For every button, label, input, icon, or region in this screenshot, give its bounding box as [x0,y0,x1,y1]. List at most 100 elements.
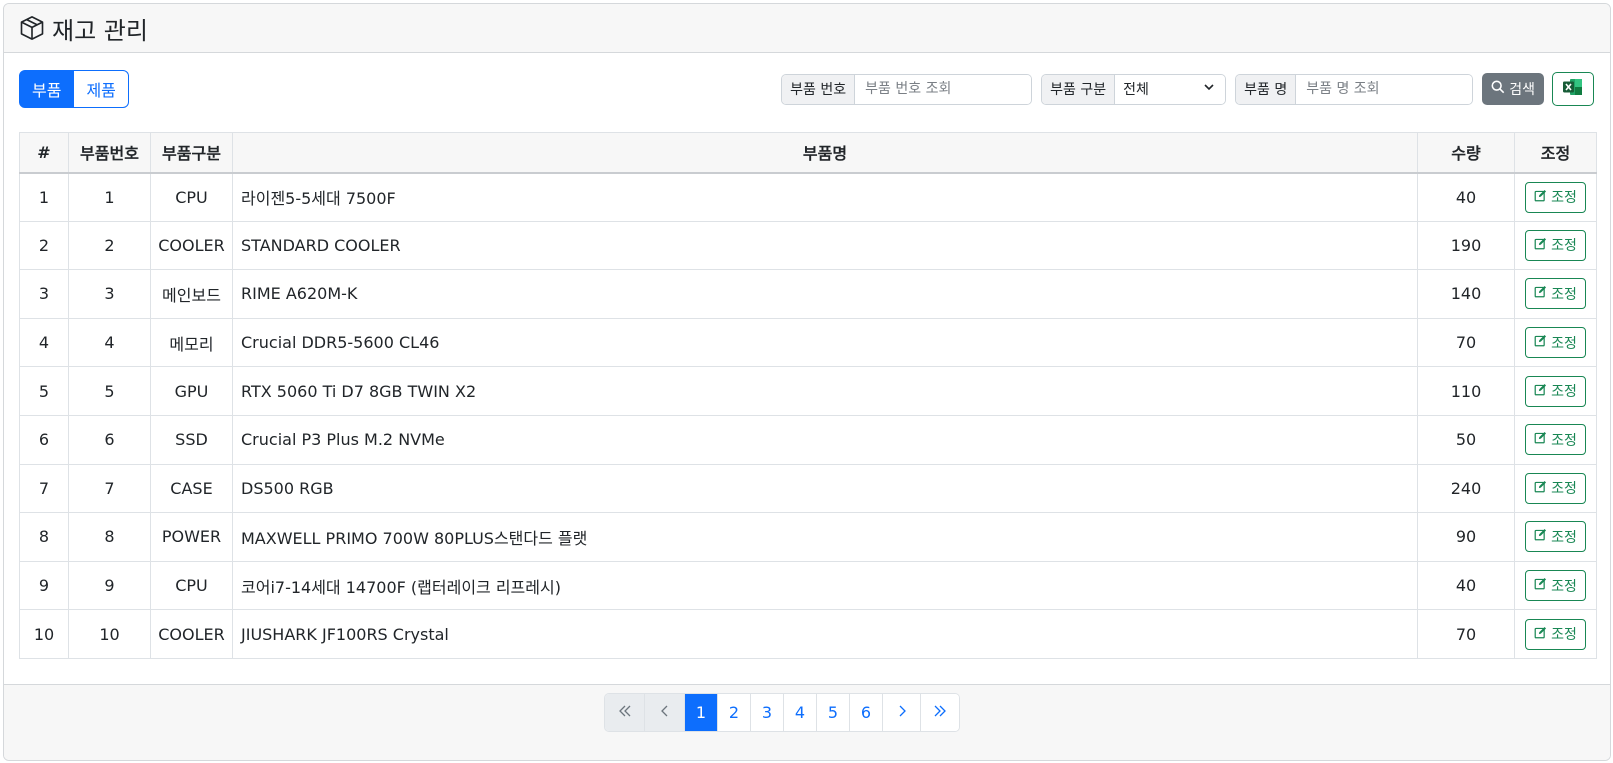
double-chevron-left-icon [618,703,632,722]
search-button-label: 검색 [1509,82,1535,98]
category-label: 부품 구분 [1042,74,1116,104]
table-body: 1 1 CPU 라이젠5-5세대 7500F 40 조정 2 2 COOLER STANDARD … [19,172,1597,659]
cell-adjust: 조정 [1514,609,1597,659]
edit-icon [1534,626,1547,643]
adjust-button[interactable]: 조정 [1525,472,1586,504]
cell-part-number: 9 [68,560,151,611]
card-header: 재고 관리 [4,4,1610,53]
table-row: 4 4 메모리 Crucial DDR5-5600 CL46 70 조정 [19,317,1597,368]
adjust-button[interactable]: 조정 [1525,618,1586,650]
cell-part-number: 8 [68,512,151,562]
adjust-button-label: 조정 [1551,190,1577,207]
adjust-button[interactable]: 조정 [1525,278,1586,310]
adjust-button-label: 조정 [1551,627,1577,644]
cell-quantity: 50 [1417,414,1515,465]
tab-products[interactable]: 제품 [74,70,129,108]
edit-icon [1534,431,1547,448]
adjust-button-label: 조정 [1551,238,1577,255]
edit-icon [1534,577,1547,594]
adjust-button-label: 조정 [1551,481,1577,498]
prev-page-button[interactable] [645,694,685,731]
adjust-button-label: 조정 [1551,335,1577,352]
inventory-card: 재고 관리 부품 제품 부품 번호 부품 구분 전체 부품 명 [3,3,1611,761]
last-page-button[interactable] [921,694,959,731]
adjust-button[interactable]: 조정 [1525,521,1586,553]
cell-category: COOLER [150,220,233,271]
search-button[interactable]: 검색 [1482,73,1544,105]
part-name-group: 부품 명 [1235,73,1474,105]
cell-adjust: 조정 [1514,366,1597,416]
col-header-part-number[interactable]: 부품번호 [68,132,151,174]
cell-quantity: 70 [1417,317,1515,368]
cell-category: POWER [150,512,233,562]
search-area: 부품 번호 부품 구분 전체 부품 명 검색 [781,72,1594,106]
category-group: 부품 구분 전체 [1041,73,1227,105]
cell-quantity: 40 [1417,172,1515,222]
cell-category: CPU [150,172,233,222]
cell-adjust: 조정 [1514,317,1597,368]
page-1[interactable]: 1 [685,694,718,731]
chevron-left-icon [659,703,671,722]
adjust-button[interactable]: 조정 [1525,327,1586,359]
cell-adjust: 조정 [1514,220,1597,271]
adjust-button[interactable]: 조정 [1525,375,1586,407]
edit-icon [1534,189,1547,206]
page-5[interactable]: 5 [817,694,850,731]
table-header-row: # 부품번호 부품구분 부품명 수량 조정 [19,132,1597,174]
page-3[interactable]: 3 [751,694,784,731]
cell-part-name: RIME A620M-K [232,269,1418,319]
adjust-button[interactable]: 조정 [1525,570,1586,602]
cell-part-name: Crucial P3 Plus M.2 NVMe [232,414,1418,465]
page-6[interactable]: 6 [850,694,883,731]
cell-index: 9 [19,560,69,611]
first-page-button[interactable] [605,694,645,731]
cell-category: 메모리 [150,317,233,368]
col-header-part-name[interactable]: 부품명 [232,132,1418,174]
cell-part-name: 라이젠5-5세대 7500F [232,172,1418,222]
cell-part-number: 2 [68,220,151,271]
adjust-button-label: 조정 [1551,384,1577,401]
adjust-button-label: 조정 [1551,286,1577,303]
cell-category: GPU [150,366,233,416]
adjust-button-label: 조정 [1551,578,1577,595]
col-header-quantity[interactable]: 수량 [1417,132,1515,174]
cell-part-number: 6 [68,414,151,465]
cell-index: 3 [19,269,69,319]
col-header-index[interactable]: # [19,132,69,174]
adjust-button[interactable]: 조정 [1525,181,1586,213]
edit-icon [1534,237,1547,254]
cell-index: 1 [19,172,69,222]
cell-category: CPU [150,560,233,611]
cell-quantity: 90 [1417,512,1515,562]
cell-adjust: 조정 [1514,414,1597,465]
search-icon [1491,80,1505,98]
part-name-input[interactable] [1296,74,1473,104]
excel-export-button[interactable] [1552,72,1594,106]
cell-part-name: RTX 5060 Ti D7 8GB TWIN X2 [232,366,1418,416]
edit-icon [1534,480,1547,497]
cell-index: 5 [19,366,69,416]
cell-part-name: 코어i7-14세대 14700F (랩터레이크 리프레시) [232,560,1418,611]
cell-part-number: 4 [68,317,151,368]
cell-part-number: 10 [68,609,151,659]
part-number-input[interactable] [855,74,1032,104]
double-chevron-right-icon [933,703,947,722]
tab-parts[interactable]: 부품 [19,70,75,108]
cell-part-name: JIUSHARK JF100RS Crystal [232,609,1418,659]
category-select-value: 전체 [1123,82,1149,98]
part-number-group: 부품 번호 [781,73,1033,105]
next-page-button[interactable] [883,694,921,731]
col-header-category[interactable]: 부품구분 [150,132,233,174]
type-toggle-group: 부품 제품 [19,70,129,108]
edit-icon [1534,285,1547,302]
table-row: 8 8 POWER MAXWELL PRIMO 700W 80PLUS스탠다드 플랫 9… [19,512,1597,562]
adjust-button[interactable]: 조정 [1525,229,1586,261]
page-2[interactable]: 2 [718,694,751,731]
table-row: 5 5 GPU RTX 5060 Ti D7 8GB TWIN X2 110 조정 [19,366,1597,416]
page-4[interactable]: 4 [784,694,817,731]
category-select[interactable]: 전체 [1115,74,1226,104]
adjust-button-label: 조정 [1551,529,1577,546]
adjust-button[interactable]: 조정 [1525,424,1586,456]
parts-table: # 부품번호 부품구분 부품명 수량 조정 1 1 CPU 라이젠5-5세대 7500… [19,132,1597,659]
cell-category: SSD [150,414,233,465]
